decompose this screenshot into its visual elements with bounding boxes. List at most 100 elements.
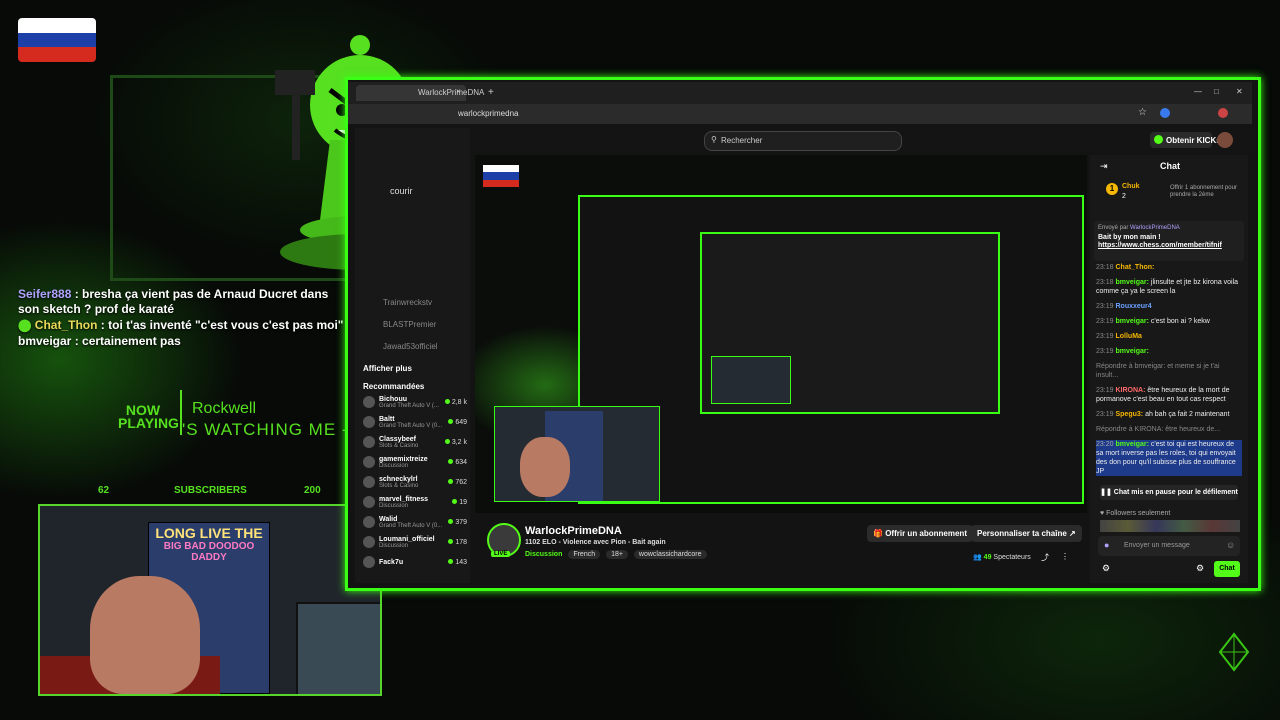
- viewer-count: 👥 49 Spectateurs: [973, 554, 1031, 561]
- leaderboard-rank-icon: 1: [1106, 183, 1118, 195]
- chat-message: 23:19 LolluMa: [1096, 333, 1142, 340]
- mic-icon[interactable]: ●: [1104, 540, 1109, 550]
- chat-title: Chat: [1160, 161, 1180, 171]
- tab-title: WarlockPrimeDNA: [418, 88, 485, 97]
- tag[interactable]: 18+: [606, 550, 628, 559]
- more-options-icon[interactable]: ⋮: [1061, 552, 1069, 561]
- new-tab-button[interactable]: +: [488, 87, 494, 98]
- stream-tags: Discussion French 18+ wowclassichardcore: [525, 550, 711, 559]
- leaderboard-text: Offrir 1 abonnement pour prendre la 2ème: [1170, 185, 1237, 198]
- stream-info: LIVE WarlockPrimeDNA 1102 ELO - Violence…: [475, 515, 1087, 583]
- customize-channel-button[interactable]: Personnaliser ta chaîne ↗: [971, 525, 1082, 542]
- settings-cog-icon[interactable]: ⚙: [1102, 563, 1110, 574]
- pinned-message[interactable]: Envoyé par WarlockPrimeDNA Bait by mon m…: [1094, 221, 1244, 261]
- address-bar[interactable]: warlockprimedna ☆: [348, 104, 1252, 124]
- chat-panel: ⇥ Chat 1 Chuk 2 Offrir 1 abonnement pour…: [1090, 155, 1248, 583]
- nested-face: [520, 437, 570, 497]
- emerald-logo-icon: [1218, 632, 1250, 672]
- overlay-chat-line: bmveigar : certainement pas: [18, 334, 181, 348]
- close-window-button[interactable]: ✕: [1236, 87, 1243, 96]
- search-input[interactable]: ⚲ Rechercher: [704, 131, 902, 151]
- overlay-chat-line: ⬤ Chat_Thon : toi t'as inventé "c'est vo…: [18, 318, 344, 332]
- stream-title: 1102 ELO - Violence avec Pion - Bait aga…: [525, 539, 666, 546]
- minimize-button[interactable]: —: [1194, 87, 1202, 96]
- bookmark-star-icon[interactable]: ☆: [1138, 107, 1147, 118]
- url-text: warlockprimedna: [458, 109, 519, 118]
- gear-icon[interactable]: ⚙: [1196, 563, 1204, 574]
- browser-tab[interactable]: WarlockPrimeDNA ×: [356, 85, 484, 101]
- subscriber-label: SUBSCRIBERS: [174, 485, 247, 496]
- chat-reply-context: Répondre à bmveigar: et meme si je t'ai …: [1096, 363, 1220, 379]
- subscriber-goal: 200: [304, 485, 321, 496]
- recommended-item[interactable]: gamemixtreize Discussion 634: [363, 452, 467, 472]
- maximize-button[interactable]: □: [1214, 87, 1219, 96]
- chat-message: 23:18 bmveigar: jlinsulte et jte bz kiro…: [1096, 279, 1239, 295]
- chat-input-placeholder: Envoyer un message: [1124, 542, 1190, 549]
- viewers-icon: 👥: [973, 554, 982, 561]
- collapse-chat-icon[interactable]: ⇥: [1100, 161, 1108, 172]
- sidebar-item-followed[interactable]: Jawad53officiel: [363, 342, 463, 364]
- recommended-item[interactable]: Baltt Grand Theft Auto V (0... 649: [363, 412, 467, 432]
- nested-webcam: [494, 406, 660, 502]
- live-badge: LIVE: [491, 551, 511, 557]
- profile-icon[interactable]: [1218, 108, 1228, 118]
- recommended-title: Recommandées: [363, 382, 425, 391]
- gift-icon: 🎁: [873, 529, 883, 538]
- russia-flag-icon: [18, 18, 96, 62]
- channel-name[interactable]: WarlockPrimeDNA: [525, 525, 622, 537]
- recommended-item[interactable]: Bichouu Grand Theft Auto V (... 2,8 k: [363, 392, 467, 412]
- sidebar-item-followed[interactable]: Trainwreckstv: [363, 298, 463, 320]
- subscriber-count: 62: [98, 485, 110, 496]
- chat-paused-button[interactable]: ❚❚ Chat mis en pause pour le défilement: [1100, 485, 1238, 500]
- recommended-item[interactable]: schneckylrl Slots & Casino 762: [363, 472, 467, 492]
- chat-input[interactable]: ● Envoyer un message ☺: [1098, 536, 1240, 556]
- show-more-link[interactable]: Afficher plus: [363, 364, 412, 373]
- chat-reply-context: Répondre à KIRONA: être heureux de...: [1096, 426, 1221, 433]
- chat-messages: 23:18 Chat_Thon: 23:18 bmveigar: jlinsul…: [1090, 263, 1248, 482]
- chat-message: 23:19 bmveigar:: [1096, 348, 1149, 355]
- streamer-face: [90, 576, 200, 694]
- category-link[interactable]: Discussion: [525, 551, 562, 558]
- emote-strip[interactable]: [1100, 520, 1240, 532]
- recommended-item[interactable]: Classybeef Slots & Casino 3,2 k: [363, 432, 467, 452]
- chat-message: 23:19 Spegu3: ah bah ça fait 2 maintenan…: [1096, 411, 1230, 418]
- recommended-item[interactable]: marvel_fitness Discussion 19: [363, 492, 467, 512]
- kicks-icon: [1154, 135, 1163, 144]
- share-icon[interactable]: ⤴: [1041, 552, 1049, 563]
- recommended-item[interactable]: Loumani_officiel Discussion 178: [363, 532, 467, 552]
- search-placeholder: Rechercher: [721, 136, 763, 145]
- russia-flag-icon: [483, 165, 519, 187]
- extension-icon[interactable]: [1160, 108, 1170, 118]
- nested-webcam: [711, 356, 791, 404]
- channel-avatar[interactable]: LIVE: [487, 523, 521, 557]
- browser-tab-bar: WarlockPrimeDNA × + — □ ✕: [348, 82, 1252, 104]
- now-playing-song: 'S WATCHING ME - SIN: [182, 420, 352, 439]
- recommended-list: Bichouu Grand Theft Auto V (... 2,8 k Balt…: [363, 392, 467, 572]
- recommended-item[interactable]: Fack7u 143: [363, 552, 467, 572]
- sidebar-partial-label: courir: [390, 186, 413, 196]
- send-chat-button[interactable]: Chat: [1214, 561, 1240, 577]
- tab-close-icon[interactable]: ×: [456, 87, 461, 96]
- followed-list: Trainwreckstv BLASTPremier Jawad53offici…: [363, 298, 463, 364]
- background-monitor: [296, 602, 380, 694]
- get-kicks-button[interactable]: Obtenir KICKs: [1150, 132, 1221, 148]
- search-icon: ⚲: [711, 135, 717, 144]
- tag[interactable]: French: [568, 550, 601, 559]
- gift-subscription-button[interactable]: 🎁 Offrir un abonnement: [867, 525, 973, 542]
- chat-message-highlighted: 23:20 bmveigar: c'est toi qui est heureu…: [1096, 440, 1242, 476]
- chat-message: 23:18 Chat_Thon:: [1096, 264, 1155, 271]
- emoji-icon[interactable]: ☺: [1226, 540, 1235, 550]
- subscriber-goal-bar: 62 SUBSCRIBERS 200: [40, 483, 360, 497]
- now-playing-artist: Rockwell: [192, 400, 257, 417]
- now-playing-label: NOW PLAYING: [118, 402, 179, 431]
- sidebar-item-followed[interactable]: BLASTPremier: [363, 320, 463, 342]
- leaderboard-count: 2: [1122, 193, 1126, 200]
- chat-message: 23:19 KIRONA: être heureux de la mort de…: [1096, 387, 1230, 403]
- user-avatar[interactable]: [1217, 132, 1233, 148]
- chat-message: 23:19 bmveigar: c'est bon ai ? kekw: [1096, 318, 1210, 325]
- leaderboard-user: Chuk: [1122, 183, 1140, 190]
- tag[interactable]: wowclassichardcore: [633, 550, 707, 559]
- recommended-item[interactable]: Walid Grand Theft Auto V (0... 379: [363, 512, 467, 532]
- overlay-chat-line: Seifer888 : bresha ça vient pas de Arnau…: [18, 287, 329, 316]
- sidebar: courir Trainwreckstv BLASTPremier Jawad5…: [355, 128, 470, 583]
